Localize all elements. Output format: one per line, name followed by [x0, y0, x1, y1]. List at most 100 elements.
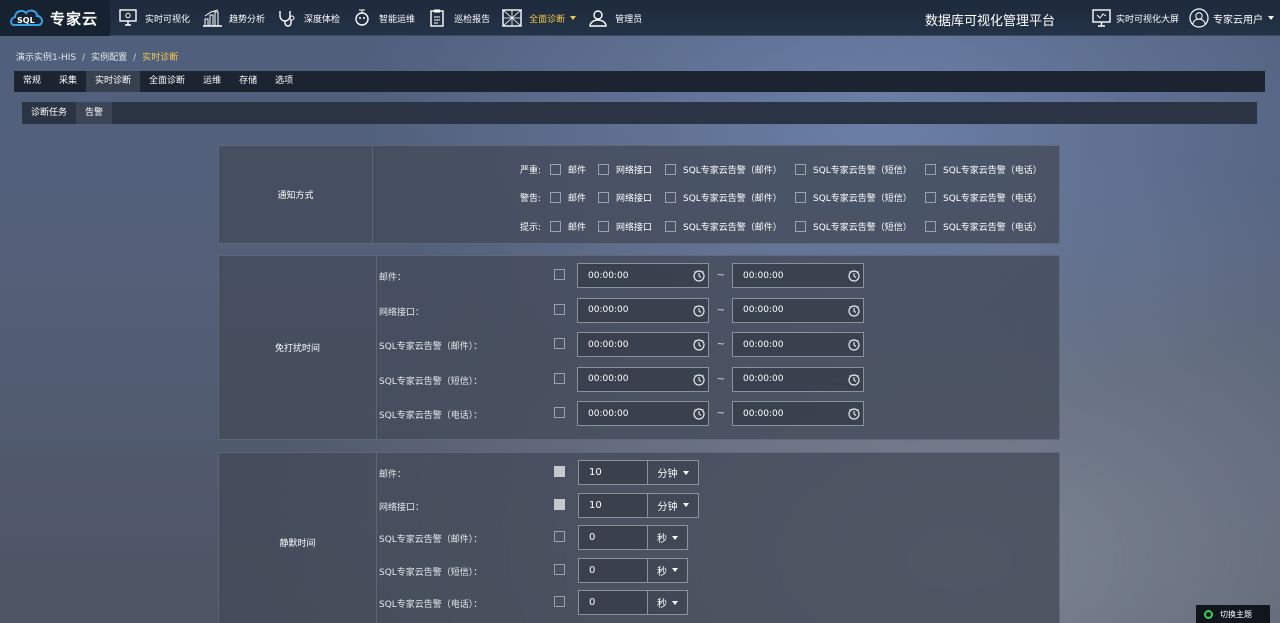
silence-value-input[interactable]: 0 [578, 525, 648, 550]
breadcrumb-config[interactable]: 实例配置 [91, 53, 127, 63]
checkbox[interactable] [598, 220, 609, 232]
tab-realtime-diagnosis[interactable]: 实时诊断 [86, 71, 141, 92]
checkbox[interactable] [550, 192, 561, 203]
clock-icon[interactable] [693, 339, 705, 354]
notify-row: 警告: 邮件 网络接口 SQL专家云告警（邮件） SQL专家云告警（短信） SQL专家云告… [219, 191, 1061, 205]
clock-icon[interactable] [848, 408, 860, 423]
start-time-input[interactable]: 00:00:00 [577, 263, 709, 288]
clock-icon[interactable] [693, 304, 705, 320]
notify-option[interactable]: 邮件 [550, 220, 586, 233]
checkbox[interactable] [795, 220, 806, 232]
notify-option[interactable]: SQL专家云告警（电话） [925, 163, 1042, 176]
silence-row-checkbox[interactable] [554, 531, 565, 542]
checkbox[interactable] [925, 163, 936, 175]
svg-text:SQL: SQL [17, 16, 35, 25]
checkbox[interactable] [795, 192, 806, 203]
clock-icon[interactable] [848, 270, 860, 285]
clock-icon[interactable] [693, 373, 705, 389]
notify-option[interactable]: 邮件 [550, 191, 586, 204]
checkbox[interactable] [925, 220, 936, 232]
clock-icon[interactable] [848, 373, 860, 389]
nav-realtime[interactable]: 实时可视化 [118, 0, 190, 36]
quiet-row-checkbox[interactable] [554, 372, 565, 384]
grid-icon [502, 9, 522, 27]
notify-option[interactable]: SQL专家云告警（邮件） [665, 220, 782, 233]
logo[interactable]: SQL 专家云 [0, 0, 110, 36]
quiet-row-checkbox[interactable] [554, 407, 565, 418]
breadcrumb-instance[interactable]: 演示实例1-HIS [16, 53, 76, 63]
checkbox[interactable] [550, 163, 561, 175]
silence-value-input[interactable]: 10 [578, 492, 648, 518]
unit-dropdown[interactable]: 分钟 [648, 492, 699, 518]
tab-diagnosis-tasks[interactable]: 诊断任务 [22, 102, 76, 124]
unit-dropdown[interactable]: 秒 [648, 557, 688, 583]
end-time-input[interactable]: 00:00:00 [732, 297, 864, 323]
nav-ops[interactable]: 智能运维 [352, 0, 415, 36]
silence-row-checkbox[interactable] [554, 466, 565, 477]
big-screen-link[interactable]: 实时可视化大屏 [1092, 9, 1179, 27]
nav-admin[interactable]: 管理员 [588, 0, 642, 36]
breadcrumb-sep: / [82, 53, 86, 63]
checkbox[interactable] [665, 220, 676, 232]
checkbox[interactable] [598, 163, 609, 175]
start-time-input[interactable]: 00:00:00 [577, 366, 709, 392]
notify-option[interactable]: 网络接口 [598, 191, 652, 204]
clock-icon[interactable] [693, 270, 705, 285]
quiet-row-checkbox[interactable] [554, 338, 565, 349]
start-time-input[interactable]: 00:00:00 [577, 332, 709, 357]
tab-alerts[interactable]: 告警 [76, 102, 113, 124]
notify-option[interactable]: SQL专家云告警（短信） [795, 191, 912, 204]
end-time-input[interactable]: 00:00:00 [732, 366, 864, 392]
quiet-row-checkbox[interactable] [554, 303, 565, 315]
end-time-input[interactable]: 00:00:00 [732, 263, 864, 288]
notify-option[interactable]: SQL专家云告警（邮件） [665, 191, 782, 204]
checkbox[interactable] [665, 163, 676, 175]
clock-icon[interactable] [848, 304, 860, 320]
silence-value-input[interactable]: 10 [578, 460, 648, 485]
nav-checkup[interactable]: 深度体检 [277, 0, 340, 36]
end-time-input[interactable]: 00:00:00 [732, 401, 864, 426]
notify-option[interactable]: 网络接口 [598, 163, 652, 176]
tab-general[interactable]: 常规 [14, 71, 50, 92]
clock-icon[interactable] [848, 339, 860, 354]
notify-option[interactable]: SQL专家云告警（邮件） [665, 163, 782, 176]
checkbox[interactable] [925, 192, 936, 203]
nav-trend[interactable]: 趋势分析 [202, 0, 265, 36]
end-time-input[interactable]: 00:00:00 [732, 332, 864, 357]
notify-option[interactable]: SQL专家云告警（电话） [925, 220, 1042, 233]
silence-value: 0 [589, 597, 596, 608]
notify-option[interactable]: SQL专家云告警（短信） [795, 163, 912, 176]
tab-ops[interactable]: 运维 [194, 71, 230, 92]
tab-collect[interactable]: 采集 [50, 71, 86, 92]
silence-value-input[interactable]: 0 [578, 590, 648, 615]
notify-option[interactable]: 网络接口 [598, 220, 652, 233]
unit-dropdown[interactable]: 秒 [648, 525, 688, 550]
notify-option-label: SQL专家云告警（邮件） [683, 222, 782, 233]
silence-row-checkbox[interactable] [554, 498, 565, 510]
silence-row-checkbox[interactable] [554, 563, 565, 575]
checkbox[interactable] [665, 192, 676, 203]
tab-options[interactable]: 选项 [266, 71, 302, 92]
clock-icon[interactable] [693, 408, 705, 423]
user-menu[interactable]: 专家云用户 [1189, 8, 1274, 28]
start-time-input[interactable]: 00:00:00 [577, 297, 709, 323]
unit-dropdown[interactable]: 分钟 [648, 460, 699, 485]
nav-diagnosis[interactable]: 全面诊断 [502, 0, 577, 36]
tab-storage[interactable]: 存储 [230, 71, 266, 92]
checkbox[interactable] [598, 192, 609, 203]
silence-row-checkbox[interactable] [554, 596, 565, 607]
start-time-input[interactable]: 00:00:00 [577, 401, 709, 426]
unit-dropdown[interactable]: 秒 [648, 590, 688, 615]
silence-value-input[interactable]: 0 [578, 557, 648, 583]
theme-toggle-button[interactable]: 切换主题 [1196, 605, 1270, 623]
notify-option[interactable]: SQL专家云告警（短信） [795, 220, 912, 233]
user-icon [589, 10, 607, 27]
tab-full-diagnosis[interactable]: 全面诊断 [140, 71, 194, 92]
checkbox[interactable] [795, 163, 806, 175]
notify-option-label: 邮件 [568, 194, 587, 204]
notify-option[interactable]: 邮件 [550, 163, 586, 176]
nav-report[interactable]: 巡检报告 [427, 0, 490, 36]
quiet-row-checkbox[interactable] [554, 269, 565, 280]
notify-option[interactable]: SQL专家云告警（电话） [925, 191, 1042, 204]
checkbox[interactable] [550, 220, 561, 232]
